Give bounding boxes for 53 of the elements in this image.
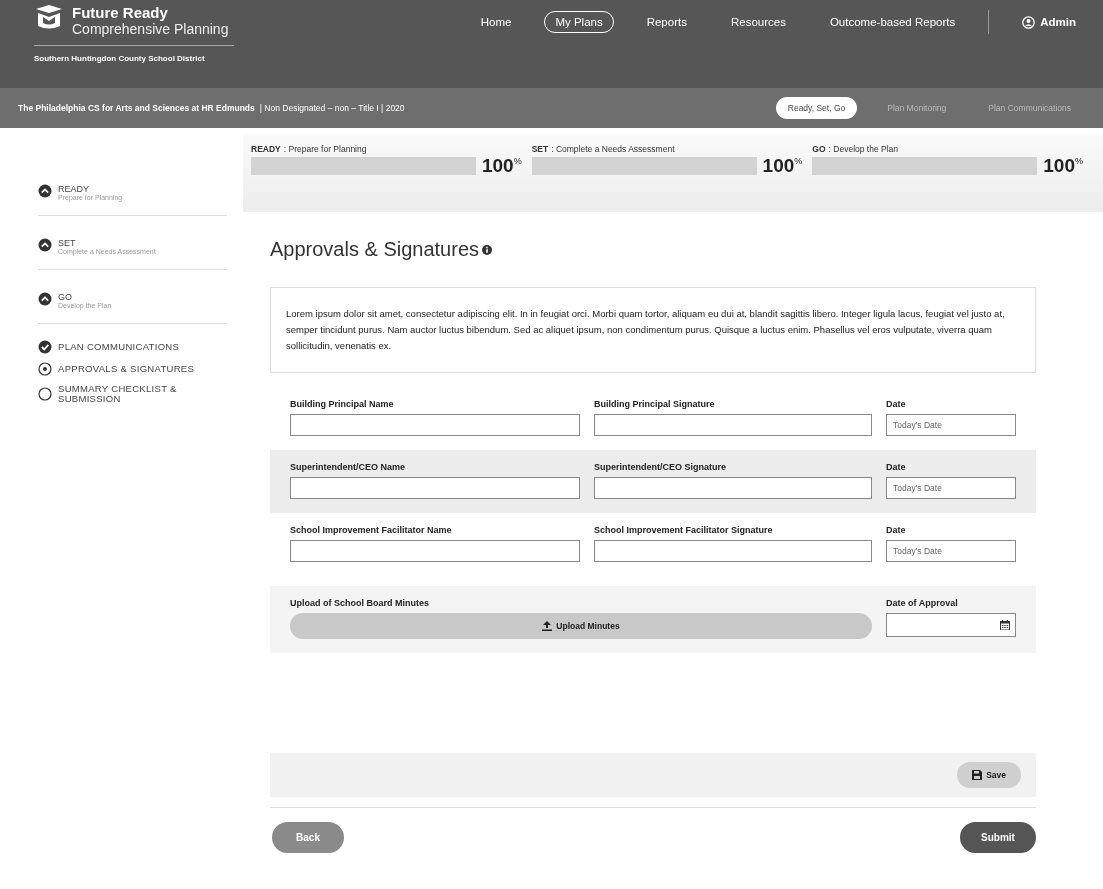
field-label: Building Principal Name: [290, 399, 395, 409]
signature-field[interactable]: [594, 477, 872, 499]
user-menu[interactable]: Admin: [1011, 10, 1087, 34]
nav-link[interactable]: Outcome-based Reports: [818, 11, 967, 33]
submit-button[interactable]: Submit: [960, 822, 1036, 853]
nav-link[interactable]: Resources: [719, 11, 797, 33]
school-name: The Philadelphia CS for Arts and Sciences at HR Edmunds: [18, 103, 255, 113]
sidebar-link[interactable]: APPROVALS & SIGNATURES: [58, 364, 195, 374]
upload-button[interactable]: Upload Minutes: [290, 613, 872, 639]
info-icon[interactable]: [482, 244, 492, 255]
date-field[interactable]: Today's Date: [886, 477, 1016, 499]
progress-label: READY : Prepare for Planning: [251, 144, 368, 154]
date-field[interactable]: [886, 613, 1016, 637]
field-label: Date: [886, 462, 907, 472]
chevron-up-icon: [38, 184, 52, 198]
plan-tab[interactable]: Ready, Set, Go: [775, 97, 858, 119]
name-field[interactable]: [290, 477, 580, 499]
date-field[interactable]: Today's Date: [886, 540, 1016, 562]
field-label: Superintendent/CEO Name: [290, 462, 407, 472]
field-label: School Improvement Facilitator Name: [290, 525, 453, 535]
field-label: Superintendent/CEO Signature: [594, 462, 727, 472]
signature-field[interactable]: [594, 540, 872, 562]
district-name: Southern Huntingdon County School District: [34, 54, 206, 63]
sidebar-link[interactable]: PLAN COMMUNICATIONS: [58, 342, 180, 352]
date-field[interactable]: Today's Date: [886, 414, 1016, 436]
field-label: School Improvement Facilitator Signature: [594, 525, 774, 535]
upload-icon: [542, 621, 553, 631]
field-label: Upload of School Board Minutes: [290, 598, 430, 608]
progress-percent: 100$^{%}$: [481, 157, 522, 175]
logo-title: Future Ready: [72, 4, 169, 21]
nav-link[interactable]: Home: [469, 11, 523, 33]
name-field[interactable]: [290, 540, 580, 562]
chevron-up-icon: [38, 238, 52, 252]
signature-field[interactable]: [594, 414, 872, 436]
chevron-up-icon: [38, 292, 52, 306]
progress-percent: 100$^{%}$: [762, 157, 803, 175]
progress-label: SET : Complete a Needs Assessment: [531, 144, 676, 154]
field-label: Date of Approval: [886, 598, 959, 608]
page-title: Approvals & Signatures: [270, 238, 479, 261]
field-label: Date: [886, 399, 907, 409]
sidebar-link[interactable]: SUMMARY CHECKLIST & SUBMISSION: [58, 384, 198, 404]
nav-link[interactable]: Reports: [635, 11, 698, 33]
progress-percent: 100$^{%}$: [1043, 157, 1083, 175]
calendar-icon[interactable]: [1000, 620, 1010, 630]
plan-details: | Non Designated – non – Title I | 2020: [259, 103, 405, 113]
progress-label: GO : Develop the Plan: [812, 144, 900, 154]
logo-subtitle: Comprehensive Planning: [72, 21, 229, 38]
intro-text: Lorem ipsum dolor sit amet, consectetur adipiscing elit. In in feugiat orci. Morbi quam tortor, aliquam eu dui at, blandit sagittis libero. Integer ligula lacus, feugiat vel justo at, semper tincidunt purus. Nam auctor luctus bibendum. Sed ac aliquet ipsum, non condimentum purus. Quisque a luctus enim. Phasellus vel eros vulputate, viverra quam sollicitudin, venenatis ex.: [270, 287, 1036, 373]
field-label: Date: [886, 525, 907, 535]
user-icon: [1022, 15, 1036, 29]
field-label: Building Principal Signature: [594, 399, 716, 409]
name-field[interactable]: [290, 414, 580, 436]
save-button[interactable]: Save: [957, 762, 1021, 788]
